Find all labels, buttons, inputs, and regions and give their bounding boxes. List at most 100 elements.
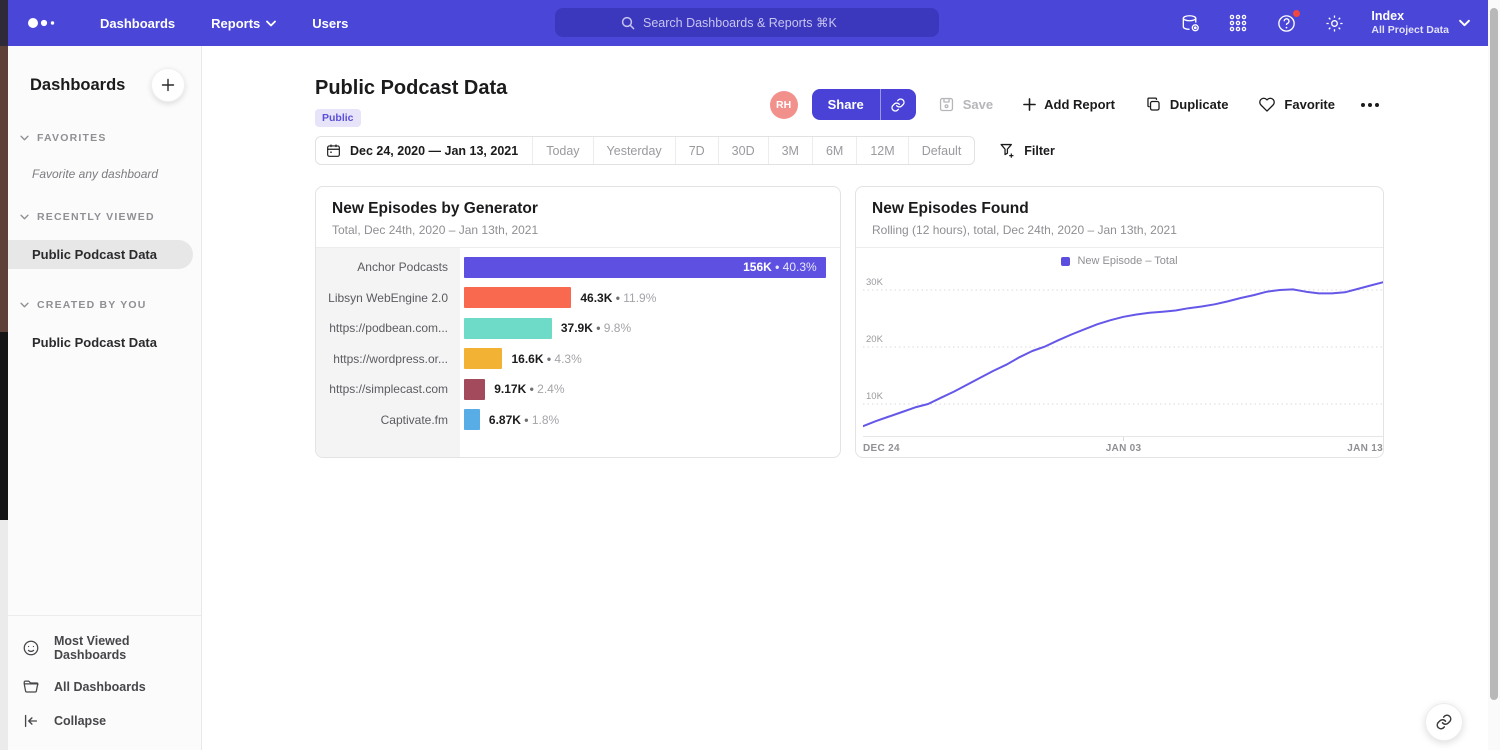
add-report-label: Add Report [1044,97,1115,112]
date-preset-7d[interactable]: 7D [675,137,718,164]
x-tick-label: JAN 03 [1106,443,1142,454]
sidebar-title: Dashboards [30,76,125,95]
sidebar: Dashboards FAVORITES Favorite any dashbo… [8,46,202,750]
top-navbar: Dashboards Reports Users [8,0,1488,46]
page-scrollbar[interactable] [1488,0,1500,750]
collapse-sidebar-button[interactable]: Collapse [8,704,201,738]
global-search[interactable] [555,8,939,37]
footer-item-label: Most Viewed Dashboards [54,634,201,662]
nav-link-reports[interactable]: Reports [211,16,276,31]
bar-category-label: Libsyn WebEngine 2.0 [316,291,462,305]
bar-value-label: 9.17K • 2.4% [494,382,564,396]
date-preset-30d[interactable]: 30D [718,137,768,164]
calendar-icon [326,143,341,158]
project-switcher[interactable]: Index All Project Data [1371,9,1470,38]
smiley-icon [22,639,40,657]
notification-badge [1292,9,1301,18]
edge-segment [0,520,8,750]
add-report-button[interactable]: Add Report [1015,91,1123,118]
y-tick-label: 10K [866,391,884,402]
card-subtitle: Rolling (12 hours), total, Dec 24th, 202… [872,223,1367,237]
edge-segment [0,0,8,46]
legend-swatch [1061,257,1070,266]
section-label: CREATED BY YOU [37,299,147,311]
duplicate-label: Duplicate [1170,97,1229,112]
bar-segment[interactable] [464,287,571,308]
nav-link-dashboards[interactable]: Dashboards [100,16,175,31]
date-range-picker[interactable]: Dec 24, 2020 — Jan 13, 2021 [316,137,532,164]
apps-grid-icon[interactable] [1227,12,1249,34]
bar-category-label: https://wordpress.or... [316,352,462,366]
section-label: FAVORITES [37,132,107,144]
date-preset-3m[interactable]: 3M [768,137,812,164]
section-created-by-you[interactable]: CREATED BY YOU [8,299,201,311]
copy-link-button[interactable] [880,89,916,120]
mixpanel-logo-icon[interactable] [26,16,62,30]
line-series-new-episode-total[interactable] [863,282,1384,426]
footer-item-label: Collapse [54,714,106,728]
bar-category-label: https://simplecast.com [316,382,462,396]
duplicate-button[interactable]: Duplicate [1137,90,1237,119]
footer-item-label: All Dashboards [54,680,146,694]
date-range-bar: Dec 24, 2020 — Jan 13, 2021 TodayYesterd… [315,136,975,165]
search-icon [621,16,635,30]
date-preset-default[interactable]: Default [908,137,975,164]
date-preset-today[interactable]: Today [532,137,592,164]
date-preset-yesterday[interactable]: Yesterday [593,137,675,164]
data-management-icon[interactable] [1179,12,1201,34]
more-options-button[interactable] [1357,97,1383,113]
chevron-down-icon [20,302,29,308]
date-preset-12m[interactable]: 12M [856,137,907,164]
share-link-fab[interactable] [1425,703,1463,741]
app-window: Dashboards Reports Users [0,0,1500,750]
bar-row: https://podbean.com...37.9K • 9.8% [316,313,840,344]
chevron-down-icon [20,135,29,141]
bar-row: https://wordpress.or... 16.6K • 4.3% [316,344,840,375]
bar-row: Anchor Podcasts156K • 40.3% [316,252,840,283]
filter-button[interactable]: Filter [999,142,1055,159]
settings-gear-icon[interactable] [1323,12,1345,34]
sidebar-item-public-podcast-data-created[interactable]: Public Podcast Data [8,328,193,357]
sidebar-item-label: Public Podcast Data [32,335,157,350]
share-button-group: Share [812,89,916,120]
chevron-down-icon [20,214,29,220]
save-icon [938,96,955,113]
favorite-button[interactable]: Favorite [1250,90,1343,119]
card-new-episodes-found: New Episodes Found Rolling (12 hours), t… [855,186,1384,458]
bar-chart: Anchor Podcasts156K • 40.3% Libsyn WebEng… [316,248,840,458]
section-recently-viewed[interactable]: RECENTLY VIEWED [8,211,201,223]
edge-segment [0,332,8,520]
favorite-label: Favorite [1284,97,1335,112]
most-viewed-dashboards-link[interactable]: Most Viewed Dashboards [8,626,201,670]
x-axis: DEC 24 JAN 03 JAN 13 [863,436,1383,454]
bar-segment[interactable] [464,348,502,369]
search-input[interactable] [643,16,873,30]
date-preset-6m[interactable]: 6M [812,137,856,164]
chevron-down-icon [1459,19,1470,27]
section-favorites[interactable]: FAVORITES [8,132,201,144]
y-tick-label: 20K [866,334,884,345]
card-title[interactable]: New Episodes Found [872,200,1367,218]
card-new-episodes-by-generator: New Episodes by Generator Total, Dec 24t… [315,186,841,458]
nav-link-users[interactable]: Users [312,16,348,31]
card-title[interactable]: New Episodes by Generator [332,200,824,218]
scrollbar-thumb[interactable] [1490,8,1498,700]
desktop-edge-strip [0,0,8,750]
bar-segment[interactable] [464,379,485,400]
bar-value-label: 16.6K • 4.3% [511,352,581,366]
chart-legend[interactable]: New Episode – Total [856,248,1383,274]
date-presets: TodayYesterday7D30D3M6M12MDefault [532,137,974,164]
help-icon[interactable] [1275,12,1297,34]
add-dashboard-button[interactable] [151,68,185,102]
bar-segment[interactable] [464,318,552,339]
sidebar-item-public-podcast-data[interactable]: Public Podcast Data [8,240,193,269]
share-button[interactable]: Share [812,89,880,120]
edge-segment [0,46,8,332]
bar-segment[interactable] [464,409,480,430]
save-button[interactable]: Save [930,90,1001,119]
bar-segment[interactable]: 156K • 40.3% [464,257,826,278]
avatar[interactable]: RH [770,91,798,119]
all-dashboards-link[interactable]: All Dashboards [8,670,201,704]
main-content: Public Podcast Data Public RH Share [202,46,1488,750]
bar-value-label: 156K • 40.3% [743,260,826,274]
